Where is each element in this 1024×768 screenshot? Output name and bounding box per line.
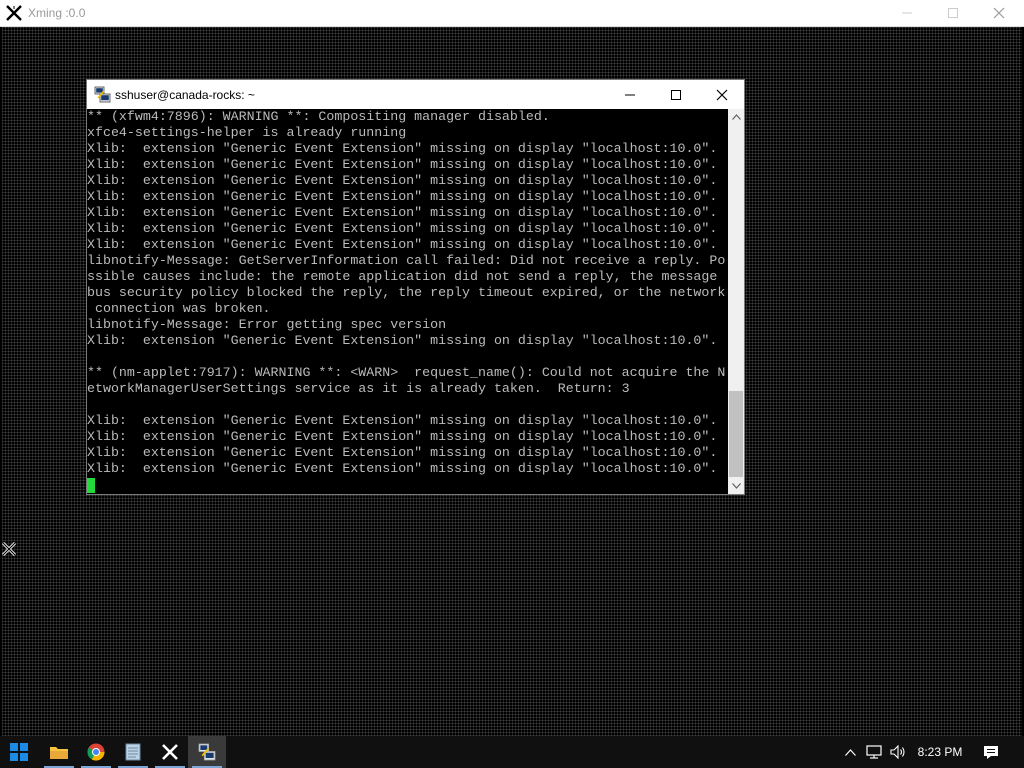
terminal-line: Xlib: extension "Generic Event Extension… [87, 429, 718, 444]
putty-titlebar[interactable]: sshuser@canada-rocks: ~ [87, 80, 744, 109]
terminal-line: ** (xfwm4:7896): WARNING **: Compositing… [87, 109, 550, 124]
terminal-line: Xlib: extension "Generic Event Extension… [87, 221, 718, 236]
terminal-line: Xlib: extension "Generic Event Extension… [87, 237, 718, 252]
xming-logo-icon [6, 5, 22, 21]
terminal-line: Xlib: extension "Generic Event Extension… [87, 173, 718, 188]
action-center-button[interactable] [978, 736, 1004, 768]
terminal-line [87, 477, 728, 493]
terminal-cursor [87, 478, 95, 493]
terminal-line: libnotify-Message: GetServerInformation … [87, 253, 726, 268]
xming-maximize-button[interactable] [930, 0, 976, 26]
maximize-icon [671, 89, 681, 100]
scroll-down-button[interactable] [728, 478, 744, 494]
start-icon [10, 743, 28, 761]
terminal-line: connection was broken. [87, 301, 271, 316]
terminal-output[interactable]: ** (xfwm4:7896): WARNING **: Compositing… [87, 109, 728, 494]
taskbar-clock[interactable]: 8:23 PM [910, 736, 970, 768]
terminal-line: Xlib: extension "Generic Event Extension… [87, 445, 718, 460]
terminal-line: libnotify-Message: Error getting spec ve… [87, 317, 447, 332]
speaker-icon [890, 745, 905, 759]
terminal-line: ** (nm-applet:7917): WARNING **: <WARN> … [87, 365, 726, 380]
putty-icon [198, 743, 216, 761]
putty-close-button[interactable] [699, 80, 745, 109]
terminal-line: Xlib: extension "Generic Event Extension… [87, 189, 718, 204]
xming-icon [162, 744, 178, 760]
file-explorer-icon [50, 747, 68, 759]
x-cursor-icon [1, 541, 17, 557]
terminal-line: Xlib: extension "Generic Event Extension… [87, 157, 718, 172]
terminal-line: Xlib: extension "Generic Event Extension… [87, 141, 718, 156]
notification-icon [984, 745, 998, 759]
chevron-up-icon [731, 114, 741, 120]
putty-minimize-button[interactable] [607, 80, 653, 109]
xming-window-title: Xming :0.0 [28, 6, 86, 20]
show-hidden-icons-button[interactable] [841, 736, 859, 768]
terminal-line: etworkManagerUserSettings service as it … [87, 381, 630, 396]
network-tray-button[interactable] [863, 736, 885, 768]
xming-titlebar[interactable]: Xming :0.0 [0, 0, 1024, 27]
terminal-scrollbar[interactable] [728, 109, 744, 494]
taskbar-chrome[interactable] [77, 736, 115, 768]
terminal-line: bus security policy blocked the reply, t… [87, 285, 726, 300]
terminal-line: Xlib: extension "Generic Event Extension… [87, 413, 718, 428]
terminal-line: ssible causes include: the remote applic… [87, 269, 718, 284]
volume-tray-button[interactable] [887, 736, 909, 768]
putty-maximize-button[interactable] [653, 80, 699, 109]
minimize-icon [902, 12, 912, 14]
putty-icon [94, 86, 111, 103]
notepad-icon [125, 743, 141, 761]
terminal-line: Xlib: extension "Generic Event Extension… [87, 333, 718, 348]
close-icon [993, 7, 1005, 19]
terminal-line: Xlib: extension "Generic Event Extension… [87, 205, 718, 220]
chevron-up-icon [844, 748, 856, 756]
putty-window-title: sshuser@canada-rocks: ~ [115, 88, 255, 102]
terminal-lines: ** (xfwm4:7896): WARNING **: Compositing… [87, 109, 728, 493]
taskbar-notepad[interactable] [114, 736, 152, 768]
taskbar-xming[interactable] [151, 736, 189, 768]
minimize-icon [625, 94, 635, 95]
taskbar-file-explorer[interactable] [40, 736, 78, 768]
putty-window[interactable]: sshuser@canada-rocks: ~ ** (xfwm4:7896):… [86, 79, 745, 495]
chevron-down-icon [731, 483, 741, 489]
terminal-line: xfce4-settings-helper is already running [87, 125, 407, 140]
scroll-up-button[interactable] [728, 109, 744, 125]
start-button[interactable] [0, 736, 38, 768]
network-icon [866, 745, 882, 759]
taskbar: 8:23 PM [0, 736, 1024, 768]
xming-minimize-button[interactable] [884, 0, 930, 26]
scrollbar-thumb[interactable] [729, 391, 743, 477]
maximize-icon [948, 8, 958, 18]
taskbar-putty[interactable] [188, 736, 226, 768]
terminal-line: Xlib: extension "Generic Event Extension… [87, 461, 718, 476]
chrome-icon [87, 743, 105, 761]
close-icon [716, 89, 728, 100]
xming-close-button[interactable] [976, 0, 1022, 26]
